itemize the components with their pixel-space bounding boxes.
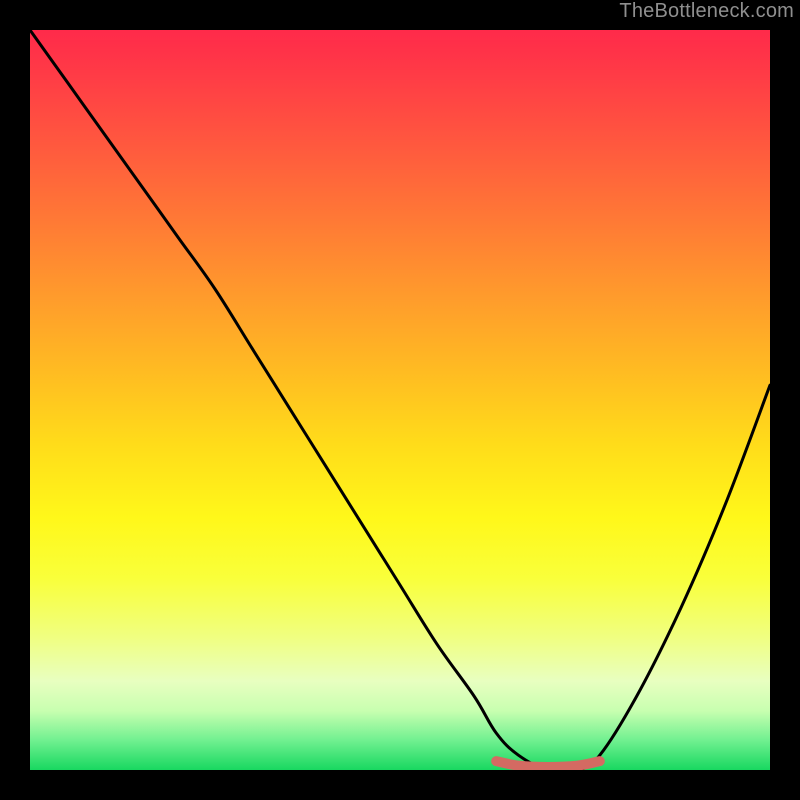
- bottleneck-curve: [30, 30, 770, 770]
- chart-frame: TheBottleneck.com: [0, 0, 800, 800]
- chart-svg: [30, 30, 770, 770]
- watermark-text: TheBottleneck.com: [619, 0, 794, 23]
- target-flat-segment: [496, 761, 600, 767]
- plot-area: [30, 30, 770, 770]
